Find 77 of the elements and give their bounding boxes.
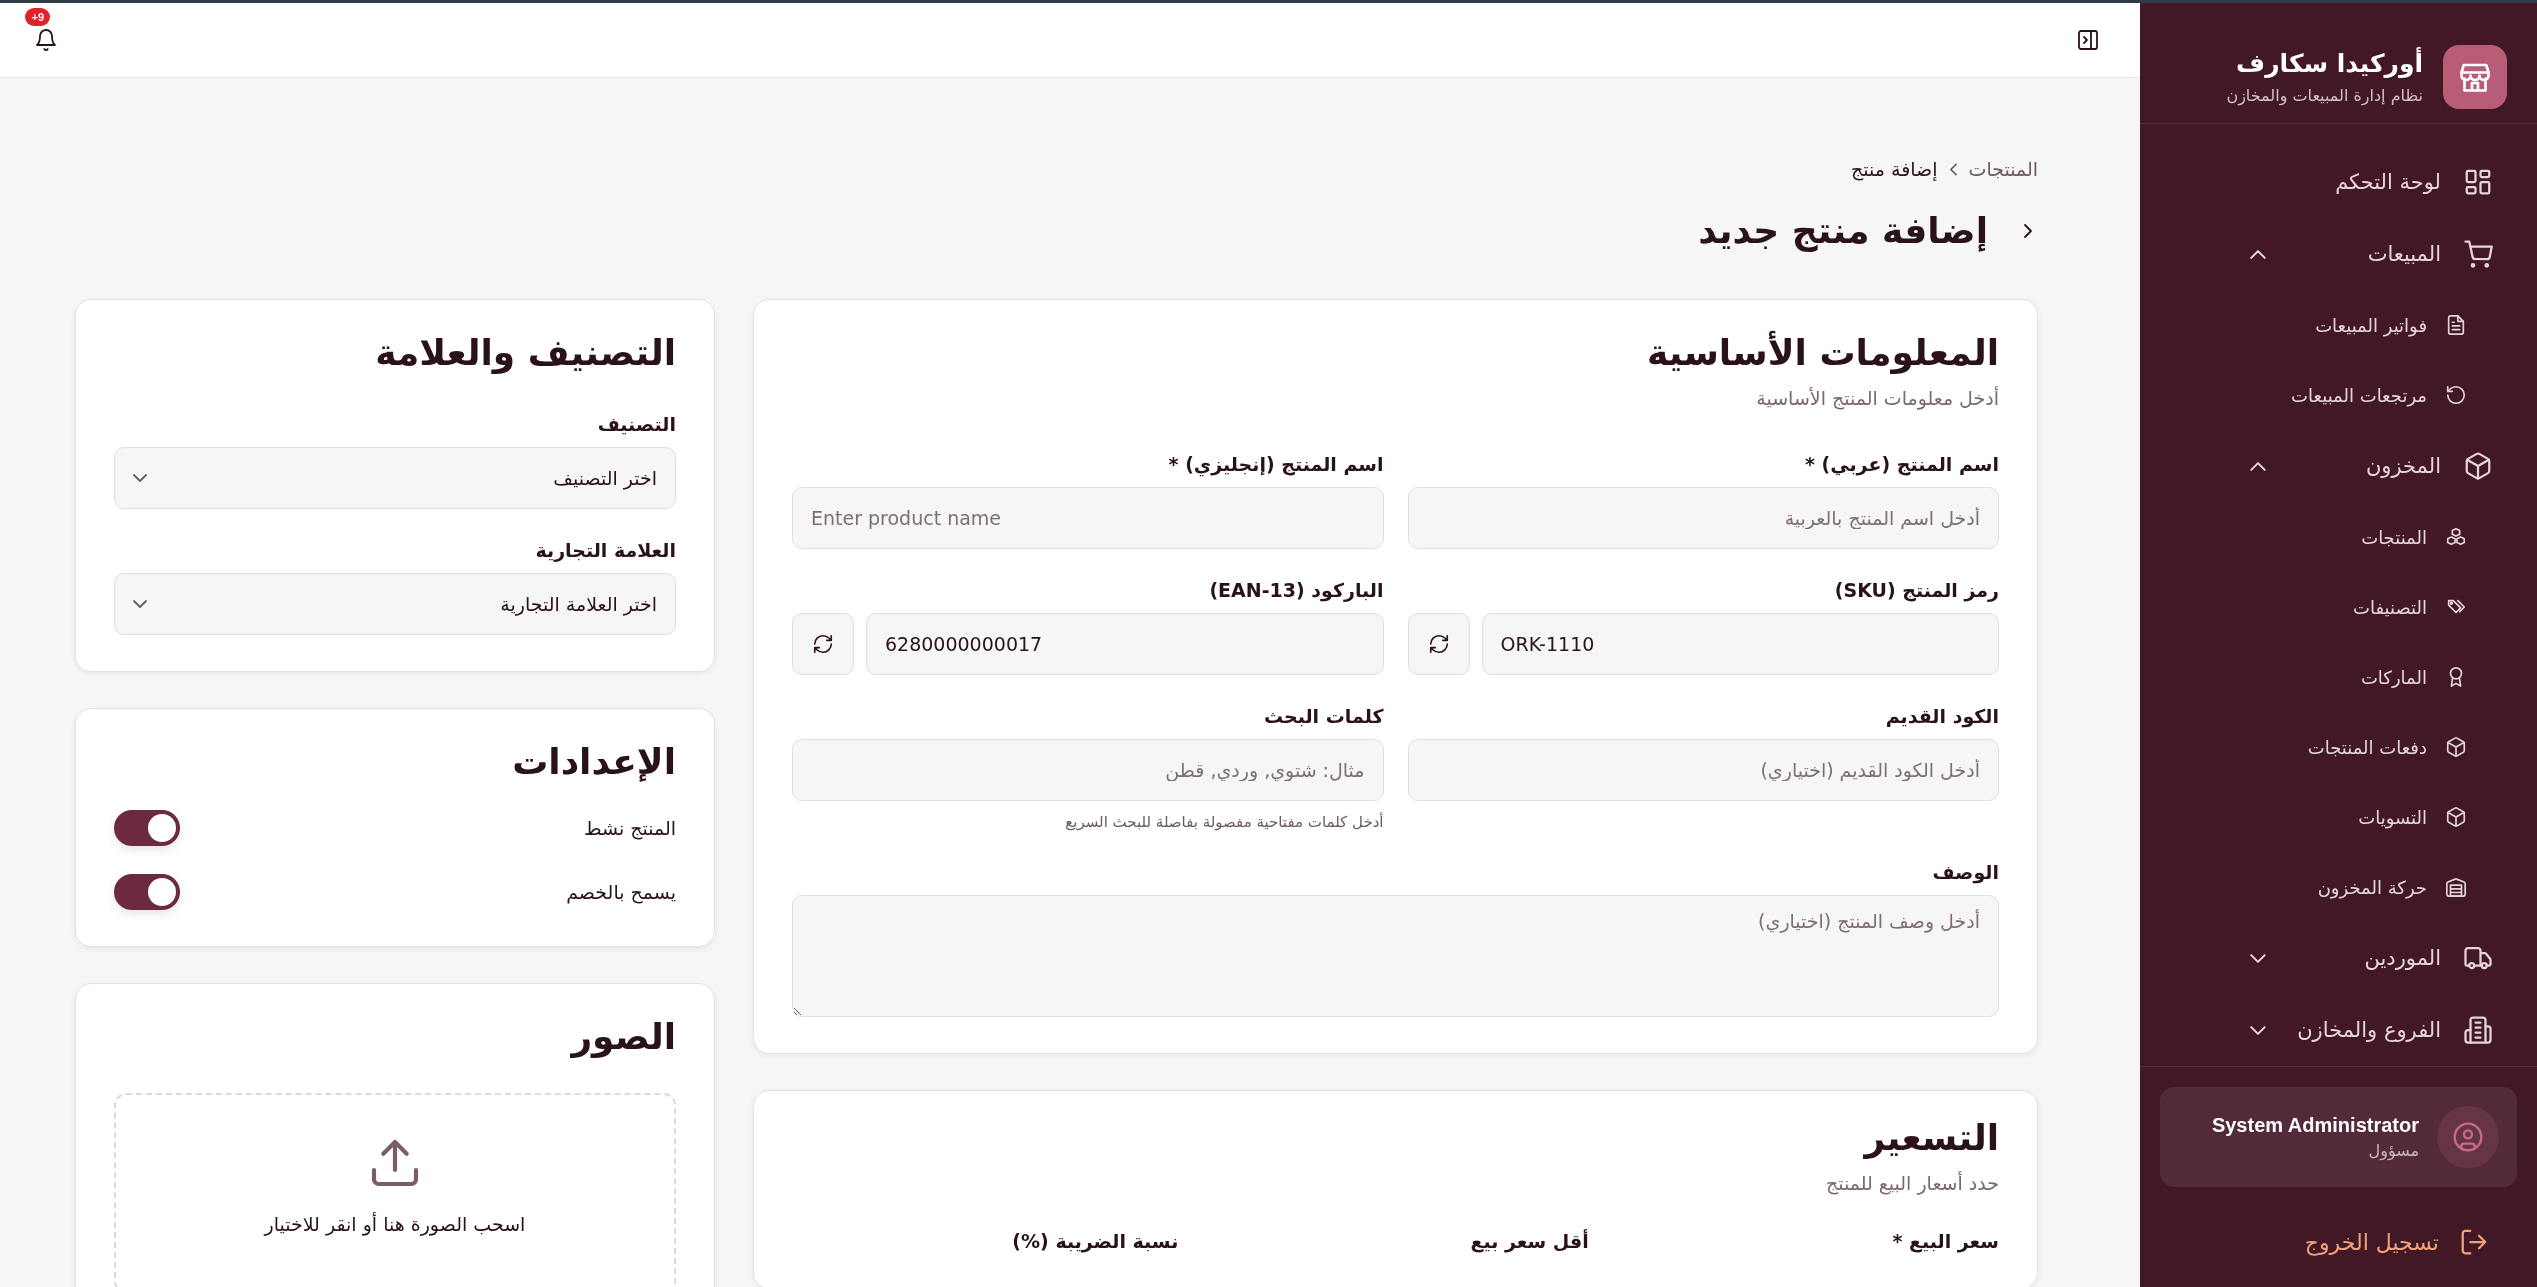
nav-item[interactable]: لوحة التحكم — [2240, 146, 2507, 218]
nav-item[interactable]: الفروع والمخازن — [2240, 994, 2507, 1066]
field-label: الباركود (EAN-13) — [1208, 579, 1384, 601]
user-name: System Administrator — [2211, 1114, 2419, 1137]
breadcrumb-link[interactable]: المنتجات — [1968, 158, 2038, 180]
nav-subitem[interactable]: المنتجات — [2240, 502, 2507, 572]
notification-badge: +9 — [25, 8, 50, 26]
app-subtitle: نظام إدارة المبيعات والمخازن — [2226, 86, 2423, 105]
upload-dropzone[interactable]: اسحب الصورة هنا أو انقر للاختيار — [114, 1093, 676, 1287]
store-logo — [2443, 45, 2507, 109]
input-field[interactable]: Enter product name — [792, 487, 1384, 549]
field-label: التصنيف — [596, 413, 676, 435]
refresh-icon — [812, 633, 834, 655]
upload-text: اسحب الصورة هنا أو انقر للاختيار — [264, 1213, 526, 1235]
panel-icon — [2076, 28, 2100, 52]
box-icon — [2463, 451, 2493, 481]
field-label: العلامة التجارية — [534, 539, 676, 561]
regenerate-button[interactable] — [792, 613, 854, 675]
card-subtitle: حدد أسعار البيع للمنتج — [1824, 1172, 1999, 1194]
boxes-icon — [2445, 526, 2467, 548]
document-icon — [2445, 314, 2467, 336]
bell-icon — [34, 28, 58, 52]
field-hint: أدخل كلمات مفتاحية مفصولة بفاصلة للبحث السريع — [1064, 813, 1384, 831]
field-label: أقل سعر بيع — [1469, 1230, 1589, 1252]
field-label: كلمات البحث — [1262, 705, 1384, 727]
toggle-switch[interactable] — [114, 874, 180, 910]
page-title: إضافة منتج جديد — [1698, 210, 1988, 251]
card-title: التسعير — [1862, 1117, 1999, 1158]
breadcrumb-current: إضافة منتج — [1851, 158, 1938, 180]
toggle-label: المنتج نشط — [583, 817, 676, 839]
nav-item[interactable]: الموردين — [2240, 922, 2507, 994]
chevron-icon — [1949, 162, 1957, 176]
input-field[interactable]: مثال: شتوي, وردي, قطن — [792, 739, 1384, 801]
card-subtitle: أدخل معلومات المنتج الأساسية — [1755, 387, 1999, 409]
field-label: سعر البيع * — [1891, 1230, 1999, 1252]
input-field[interactable]: 6280000000017 — [866, 613, 1384, 675]
input-field[interactable]: ORK-1110 — [1481, 613, 1999, 675]
nav-item[interactable]: المخزون — [2240, 430, 2507, 502]
logout-link[interactable]: تسجيل الخروج — [2160, 1217, 2517, 1267]
select-field[interactable]: اختر التصنيف — [114, 447, 676, 509]
building-icon — [2463, 1015, 2493, 1045]
refresh-icon — [1427, 633, 1450, 655]
nav-subitem[interactable]: الماركات — [2240, 642, 2507, 712]
nav-subitem[interactable]: مرتجعات المبيعات — [2240, 360, 2507, 430]
field-label: اسم المنتج (إنجليزي) * — [1167, 453, 1384, 475]
cart-icon — [2463, 239, 2493, 269]
box-icon — [2445, 736, 2467, 758]
chevron-down-icon — [133, 474, 147, 482]
nav-subitem[interactable]: حركة المخزون — [2240, 852, 2507, 922]
box-icon — [2445, 806, 2467, 828]
regenerate-button[interactable] — [1407, 613, 1470, 675]
logout-icon — [2459, 1227, 2489, 1257]
nav-subitem[interactable]: التصنيفات — [2240, 572, 2507, 642]
card-title: المعلومات الأساسية — [1645, 332, 1999, 373]
card-title: التصنيف والعلامة — [374, 332, 676, 373]
toggle-switch[interactable] — [114, 810, 180, 846]
field-label: الوصف — [1931, 861, 1999, 883]
grid-icon — [2463, 167, 2493, 197]
nav-subitem[interactable]: دفعات المنتجات — [2240, 712, 2507, 782]
undo-icon — [2445, 384, 2467, 406]
text-area[interactable]: أدخل وصف المنتج (اختياري) — [792, 895, 1999, 1017]
card-title: الإعدادات — [511, 741, 676, 782]
warehouse-icon — [2445, 876, 2467, 898]
field-label: رمز المنتج (SKU) — [1833, 579, 1999, 601]
chevron-icon — [2024, 223, 2032, 238]
select-field[interactable]: اختر العلامة التجارية — [114, 573, 676, 635]
user-role: مسؤول — [2367, 1141, 2419, 1160]
field-label: اسم المنتج (عربي) * — [1804, 453, 1999, 475]
field-label: الكود القديم — [1884, 705, 1999, 727]
nav-subitem[interactable]: التسويات — [2240, 782, 2507, 852]
field-label: نسبة الضريبة (%) — [1011, 1230, 1179, 1252]
nav-subitem[interactable]: فواتير المبيعات — [2240, 290, 2507, 360]
card-title: الصور — [569, 1016, 676, 1057]
toggle-label: يسمح بالخصم — [566, 881, 676, 903]
nav-item[interactable]: المبيعات — [2240, 218, 2507, 290]
app-name: أوركيدا سكارف — [2235, 49, 2423, 78]
chevron-down-icon — [133, 600, 147, 608]
